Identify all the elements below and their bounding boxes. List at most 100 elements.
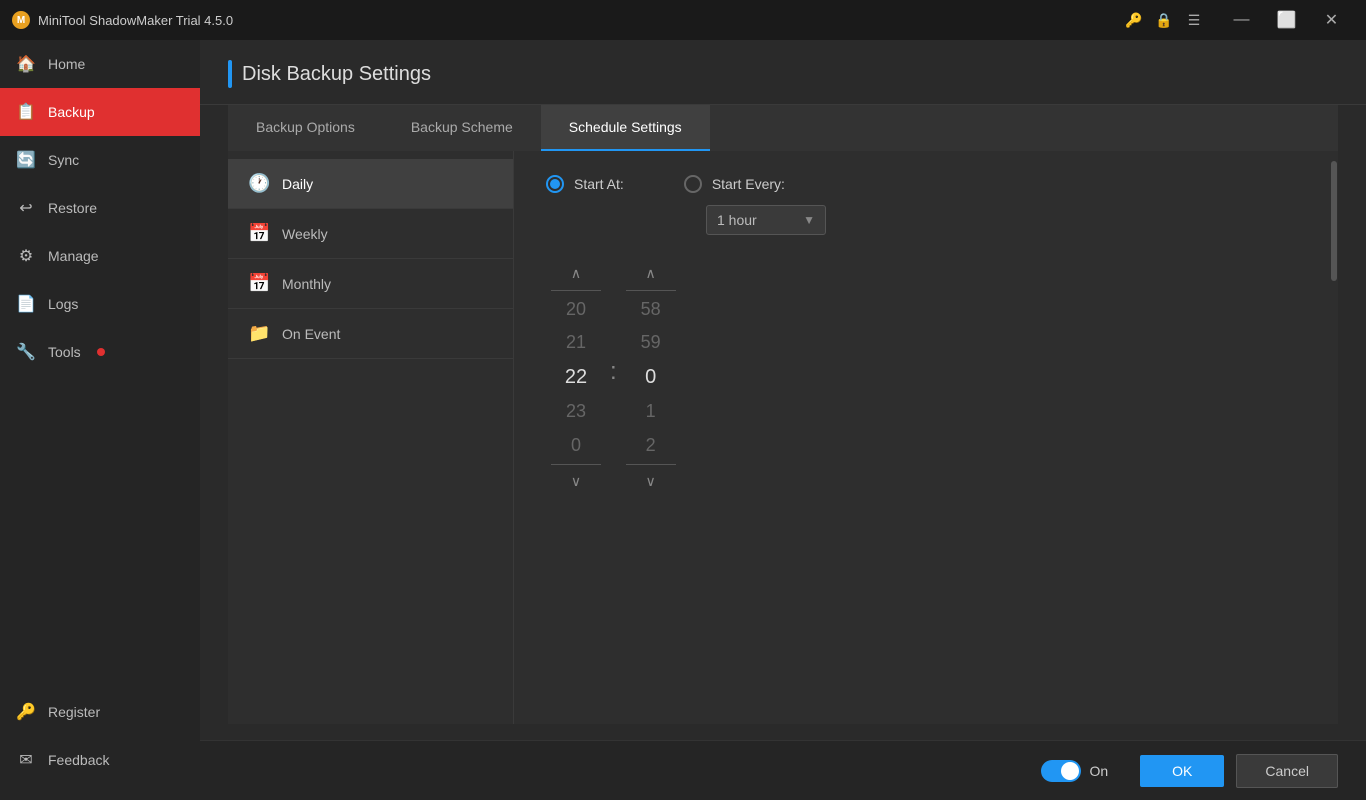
schedule-toggle[interactable] [1041,760,1081,782]
minutes-divider-top [626,290,676,291]
minute-59: 59 [621,326,681,359]
on-event-icon: 📁 [248,323,270,344]
tab-backup-options[interactable]: Backup Options [228,105,383,151]
sidebar: 🏠 Home 📋 Backup 🔄 Sync ↩ Restore ⚙ Manag… [0,40,200,800]
schedule-item-label-on-event: On Event [282,326,340,342]
app-logo: M [12,11,30,29]
radio-start-at-label: Start At: [574,176,624,192]
interval-dropdown[interactable]: 1 hour ▼ [706,205,826,235]
page-title: Disk Backup Settings [242,63,431,86]
monthly-icon: 📅 [248,273,270,294]
footer: On OK Cancel [200,740,1366,800]
sync-icon: 🔄 [16,150,36,170]
minutes-divider-bottom [626,464,676,465]
tools-icon: 🔧 [16,342,36,362]
hour-20: 20 [546,293,606,326]
cancel-button[interactable]: Cancel [1236,754,1338,788]
minute-2: 2 [621,429,681,462]
schedule-item-on-event[interactable]: 📁 On Event [228,309,513,359]
schedule-item-monthly[interactable]: 📅 Monthly [228,259,513,309]
radio-start-at[interactable]: Start At: [546,175,624,193]
restore-button[interactable]: ⬜ [1264,4,1309,36]
radio-row: Start At: Start Every: [546,175,1298,193]
schedule-item-label-monthly: Monthly [282,276,331,292]
sidebar-item-backup[interactable]: 📋 Backup [0,88,200,136]
sidebar-label-home: Home [48,56,85,72]
daily-icon: 🕐 [248,173,270,194]
schedule-item-daily[interactable]: 🕐 Daily [228,159,513,209]
settings-scrollbar[interactable] [1330,151,1338,724]
sidebar-item-register[interactable]: 🔑 Register [0,688,200,736]
radio-start-every-circle [684,175,702,193]
logs-icon: 📄 [16,294,36,314]
tab-schedule-settings[interactable]: Schedule Settings [541,105,710,151]
sidebar-item-logs[interactable]: 📄 Logs [0,280,200,328]
schedule-item-label-daily: Daily [282,176,313,192]
tab-content: 🕐 Daily 📅 Weekly 📅 Monthly 📁 On Event [228,151,1338,724]
radio-start-every[interactable]: Start Every: [684,175,785,193]
manage-icon: ⚙ [16,246,36,266]
ok-button[interactable]: OK [1140,755,1224,787]
tab-backup-scheme[interactable]: Backup Scheme [383,105,541,151]
scrollbar-thumb [1331,161,1337,281]
hours-column: ∧ 20 21 22 23 0 ∨ [546,259,606,496]
minute-current: 0 [621,359,681,395]
weekly-icon: 📅 [248,223,270,244]
sidebar-item-home[interactable]: 🏠 Home [0,40,200,88]
sidebar-label-backup: Backup [48,104,95,120]
time-picker: ∧ 20 21 22 23 0 ∨ : [546,259,1298,496]
hours-up-arrow[interactable]: ∧ [561,259,591,288]
toggle-label: On [1089,763,1108,779]
schedule-settings-panel: Start At: Start Every: 1 hour ▼ [514,151,1330,724]
sidebar-label-tools: Tools [48,344,81,360]
sidebar-label-sync: Sync [48,152,79,168]
dropdown-arrow-icon: ▼ [803,213,815,227]
hour-0: 0 [546,429,606,462]
sidebar-label-feedback: Feedback [48,752,109,768]
minutes-down-arrow[interactable]: ∨ [636,467,666,496]
app-title: MiniTool ShadowMaker Trial 4.5.0 [38,13,1125,28]
sidebar-item-sync[interactable]: 🔄 Sync [0,136,200,184]
tools-notification-dot [97,348,105,356]
radio-start-at-circle [546,175,564,193]
backup-icon: 📋 [16,102,36,122]
close-button[interactable]: ✕ [1309,4,1354,36]
sidebar-label-register: Register [48,704,100,720]
hours-divider-bottom [551,464,601,465]
titlebar: M MiniTool ShadowMaker Trial 4.5.0 🔑 🔒 ☰… [0,0,1366,40]
main-container: 🏠 Home 📋 Backup 🔄 Sync ↩ Restore ⚙ Manag… [0,40,1366,800]
sidebar-item-feedback[interactable]: ✉ Feedback [0,736,200,784]
sidebar-label-logs: Logs [48,296,78,312]
hour-current: 22 [546,359,606,395]
sidebar-bottom: 🔑 Register ✉ Feedback [0,688,200,800]
minutes-up-arrow[interactable]: ∧ [636,259,666,288]
hour-21: 21 [546,326,606,359]
icon-lock[interactable]: 🔒 [1155,11,1173,29]
content-area: Disk Backup Settings Backup Options Back… [200,40,1366,800]
sidebar-item-restore[interactable]: ↩ Restore [0,184,200,232]
icon-menu[interactable]: ☰ [1185,11,1203,29]
restore-icon: ↩ [16,198,36,218]
time-colon-separator: : [606,358,621,396]
sidebar-label-restore: Restore [48,200,97,216]
hours-down-arrow[interactable]: ∨ [561,467,591,496]
schedule-sidebar: 🕐 Daily 📅 Weekly 📅 Monthly 📁 On Event [228,151,514,724]
icon-key[interactable]: 🔑 [1125,11,1143,29]
dropdown-label: 1 hour [717,212,795,228]
minute-1: 1 [621,395,681,428]
home-icon: 🏠 [16,54,36,74]
titlebar-controls: 🔑 🔒 ☰ [1125,11,1219,29]
hour-23: 23 [546,395,606,428]
schedule-item-weekly[interactable]: 📅 Weekly [228,209,513,259]
schedule-item-label-weekly: Weekly [282,226,328,242]
sidebar-item-manage[interactable]: ⚙ Manage [0,232,200,280]
register-icon: 🔑 [16,702,36,722]
feedback-icon: ✉ [16,750,36,770]
sidebar-item-tools[interactable]: 🔧 Tools [0,328,200,376]
tab-bar: Backup Options Backup Scheme Schedule Se… [228,105,1338,151]
dialog-content: Backup Options Backup Scheme Schedule Se… [200,105,1366,740]
header-accent [228,60,232,88]
minutes-column: ∧ 58 59 0 1 2 ∨ [621,259,681,496]
toggle-container: On [1041,760,1108,782]
minimize-button[interactable]: — [1219,4,1264,36]
